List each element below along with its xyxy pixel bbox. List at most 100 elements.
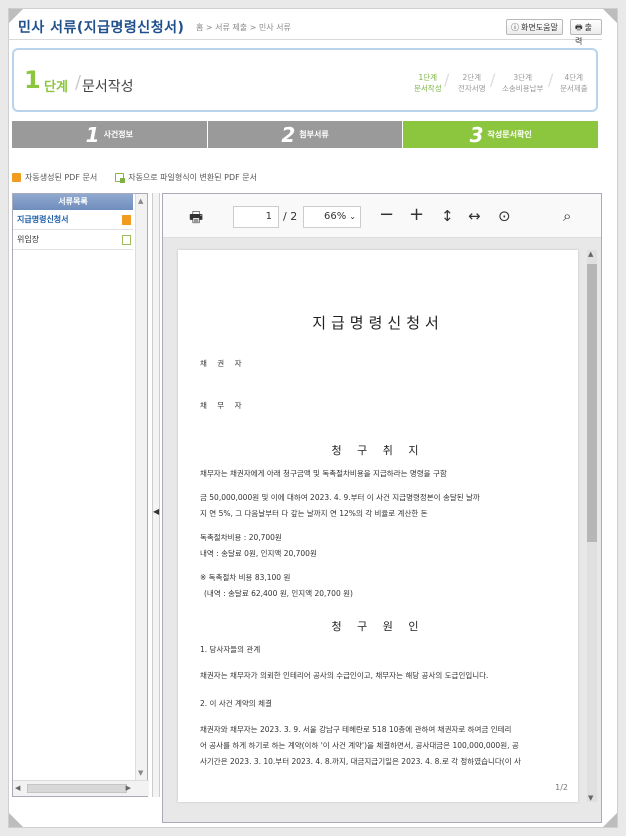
fit-width-icon[interactable]: ↔	[468, 207, 481, 225]
frame-corner	[603, 9, 617, 23]
converted-pdf-icon	[115, 173, 126, 183]
step-item-3: 3단계 소송비용납부	[502, 72, 543, 94]
list-horizontal-scrollbar[interactable]: ◀ ▶	[13, 780, 149, 796]
cause-line: 1. 당사자들의 관계	[200, 645, 261, 654]
claim-line: 독촉절차비용 : 20,700원	[200, 533, 282, 542]
auto-pdf-icon	[12, 173, 21, 182]
tab-label: 작성문서확인	[487, 130, 532, 139]
print-button[interactable]: 🖶 출력	[570, 19, 602, 46]
tab-label: 사건정보	[103, 130, 134, 139]
tab-document-review[interactable]: 3 작성문서확인	[403, 121, 599, 148]
pdf-page: 지급명령신청서 채 권 자 채 무 자 청 구 취 지 채무자는 채권자에게 아…	[178, 250, 578, 802]
current-step-unit: 단계	[44, 80, 68, 95]
claim-line: ※ 독촉절차 비용 83,100 원	[200, 573, 291, 582]
page-indicator: 1/2	[555, 783, 568, 792]
claim-line: 금 50,000,000원 및 이에 대하여 2023. 4. 9.부터 이 사…	[200, 493, 480, 502]
document-list-header: 서류목록	[13, 194, 133, 210]
document-title: 지급명령신청서	[312, 314, 444, 332]
help-button[interactable]: ⓘ 화면도움말	[506, 19, 563, 35]
cause-line: 사기간은 2023. 3. 10.부터 2023. 4. 8.까지, 대금지급기…	[200, 757, 521, 766]
zoom-value: 66%	[324, 211, 347, 222]
current-step-name: 문서작성	[82, 79, 134, 95]
step-item-label: 전자서명	[458, 84, 486, 93]
step-item-label: 1단계	[418, 73, 438, 82]
tab-number: 1	[85, 122, 100, 147]
tab-case-info[interactable]: 1 사건정보	[12, 121, 208, 148]
cause-line: 채권자는 채무자가 의뢰한 인테리어 공사의 수급인이고, 채무자는 해당 공사…	[200, 671, 489, 680]
frame-corner	[603, 813, 617, 827]
document-list-panel: 서류목록 지급명령신청서 위임장 ▲ ▼ ◀ ▶	[12, 193, 149, 797]
cause-heading: 청 구 원 인	[331, 620, 425, 633]
more-options-icon[interactable]: ⊙	[498, 207, 511, 225]
page-number-input[interactable]: 1	[233, 206, 279, 228]
scroll-thumb[interactable]	[27, 784, 127, 793]
step-item-label: 소송비용납부	[502, 84, 544, 93]
step-separator: /	[444, 70, 450, 89]
step-item-label: 3단계	[513, 73, 532, 82]
viewer-toolbar: 🖶 1 / 2 66% ⌄ − + ↕ ↔ ⊙ ⌕	[163, 194, 601, 238]
viewer-vertical-scrollbar[interactable]: ▲ ▼	[587, 250, 597, 802]
wizard-tabs: 1 사건정보 2 첨부서류 3 작성문서확인	[12, 121, 599, 148]
current-step-number: 1	[24, 66, 41, 94]
zoom-in-icon[interactable]: +	[409, 204, 424, 225]
claim-heading: 청 구 취 지	[331, 444, 425, 457]
legend-converted-pdf: 자동으로 파일형식이 변환된 PDF 문서	[115, 172, 257, 183]
fit-height-icon[interactable]: ↕	[441, 207, 454, 225]
step-item-2: 2단계 전자서명	[458, 72, 486, 94]
debtor-label: 채 무 자	[200, 401, 246, 410]
scroll-up-icon[interactable]: ▲	[588, 250, 593, 258]
panel-splitter[interactable]: ◀	[152, 193, 160, 797]
info-icon: ⓘ	[511, 23, 519, 32]
cause-line: 2. 이 사건 계약의 체결	[200, 699, 272, 708]
list-vertical-scrollbar[interactable]: ▲ ▼	[135, 194, 147, 780]
page-header: 민사 서류(지급명령신청서) 홈 > 서류 제출 > 민사 서류 ⓘ 화면도움말 …	[8, 8, 602, 46]
pdf-viewer: 🖶 1 / 2 66% ⌄ − + ↕ ↔ ⊙ ⌕ 지급명령신청서 채 권 자 …	[162, 193, 602, 823]
claim-line: 채무자는 채권자에게 아래 청구금액 및 독촉절차비용을 지급하라는 명령을 구…	[200, 469, 447, 478]
page-total: / 2	[283, 210, 298, 223]
tab-label: 첨부서류	[299, 130, 329, 139]
help-button-label: 화면도움말	[521, 23, 558, 32]
zoom-out-icon[interactable]: −	[379, 204, 394, 225]
tab-attachments[interactable]: 2 첨부서류	[207, 121, 404, 148]
auto-pdf-icon	[122, 215, 131, 225]
scroll-left-icon[interactable]: ◀	[15, 784, 20, 792]
cause-line: 채권자와 채무자는 2023. 3. 9. 서울 강남구 테헤란로 518 10…	[200, 725, 512, 734]
step-indicator: 1 단계 / 문서작성 1단계 문서작성 / 2단계 전자서명 / 3단계 소송…	[12, 48, 598, 112]
step-divider: /	[75, 72, 82, 93]
scroll-right-icon[interactable]: ▶	[126, 784, 131, 792]
frame-corner	[9, 813, 23, 827]
step-separator: /	[490, 70, 496, 89]
step-separator: /	[548, 70, 554, 89]
list-item[interactable]: 위임장	[13, 230, 133, 250]
tab-number: 2	[281, 122, 296, 147]
step-item-label: 문서제출	[560, 84, 588, 93]
step-item-label: 2단계	[462, 73, 482, 82]
list-item-label: 위임장	[17, 235, 40, 244]
collapse-left-icon[interactable]: ◀	[153, 507, 159, 516]
page-title: 민사 서류(지급명령신청서)	[18, 20, 185, 36]
claim-line: 내역 : 송달료 0원, 인지액 20,700원	[200, 549, 317, 558]
converted-pdf-icon	[122, 235, 131, 245]
scroll-down-icon[interactable]: ▼	[588, 794, 593, 802]
printer-icon: 🖶	[575, 23, 583, 32]
scroll-down-icon[interactable]: ▼	[138, 769, 143, 777]
list-item-label: 지급명령신청서	[17, 215, 69, 224]
step-item-4: 4단계 문서제출	[560, 72, 588, 94]
scroll-thumb[interactable]	[587, 264, 597, 542]
step-item-label: 문서작성	[414, 84, 442, 93]
cause-line: 어 공사를 하게 하기로 하는 계약(이하 '이 사건 계약')을 체결하면서,…	[200, 741, 519, 750]
legend-label: 자동으로 파일형식이 변환된 PDF 문서	[128, 173, 257, 182]
step-item-label: 4단계	[564, 73, 584, 82]
claim-line: 지 연 5%, 그 다음날부터 다 갚는 날까지 연 12%의 각 비율로 계산…	[200, 509, 428, 518]
creditor-label: 채 권 자	[200, 359, 246, 368]
legend-label: 자동생성된 PDF 문서	[25, 173, 98, 182]
printer-icon[interactable]: 🖶	[189, 207, 203, 232]
search-icon[interactable]: ⌕	[563, 207, 571, 225]
breadcrumb: 홈 > 서류 제출 > 민사 서류	[196, 23, 291, 32]
list-item[interactable]: 지급명령신청서	[13, 210, 133, 230]
tab-number: 3	[469, 122, 484, 147]
scroll-up-icon[interactable]: ▲	[138, 197, 143, 205]
zoom-select[interactable]: 66% ⌄	[303, 206, 361, 228]
claim-line: (내역 : 송달료 62,400 원, 인지액 20,700 원)	[204, 589, 353, 598]
pdf-legend: 자동생성된 PDF 문서 자동으로 파일형식이 변환된 PDF 문서	[12, 172, 257, 183]
